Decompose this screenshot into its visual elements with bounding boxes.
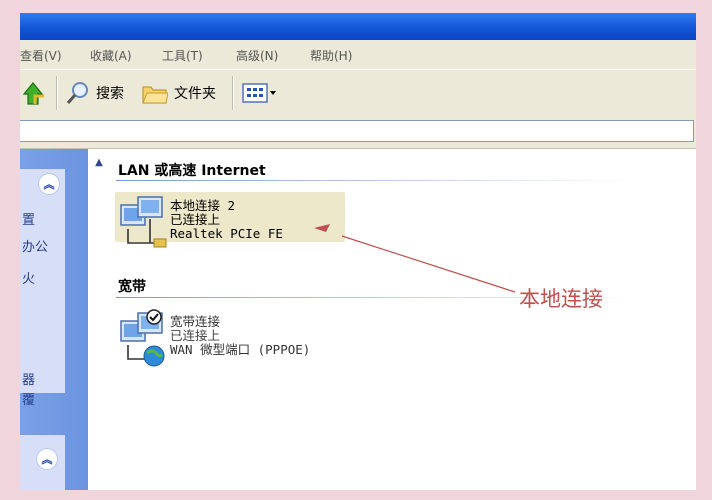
connection-name: 宽带连接 bbox=[170, 314, 221, 329]
toolbar: 搜索 文件夹 bbox=[20, 69, 696, 117]
scroll-up-icon[interactable]: ▲ bbox=[90, 157, 108, 171]
group-header-lan: LAN 或高速 Internet bbox=[118, 163, 266, 179]
broadband-globe-icon bbox=[120, 309, 165, 367]
title-bar bbox=[20, 13, 696, 40]
collapse-chevron-icon[interactable]: ︽ bbox=[36, 448, 58, 470]
connection-name: 本地连接 2 bbox=[170, 198, 236, 213]
broadband-connection-tile[interactable]: 宽带连接 已连接上 WAN 微型端口 (PPPOE) bbox=[118, 309, 310, 373]
task-pane: ︽ 置 办公 火 器 覆 ︽ bbox=[20, 149, 88, 490]
connection-status: 已连接上 bbox=[170, 328, 221, 343]
menu-advanced[interactable]: 高级(N) bbox=[236, 47, 278, 64]
menu-tools[interactable]: 工具(T) bbox=[162, 47, 203, 64]
address-input[interactable] bbox=[20, 120, 694, 142]
network-connection-icon bbox=[120, 196, 167, 248]
connections-list: ▲ LAN 或高速 Internet 本地连接 2 已连接上 Realtek P… bbox=[88, 149, 696, 490]
sidebar-fragment[interactable]: 办公 bbox=[22, 236, 48, 255]
search-icon bbox=[66, 82, 88, 104]
connection-device: Realtek PCIe FE bbox=[170, 226, 283, 241]
connection-device: WAN 微型端口 (PPPOE) bbox=[170, 342, 311, 357]
collapse-chevron-icon[interactable]: ︽ bbox=[38, 173, 60, 195]
menu-help[interactable]: 帮助(H) bbox=[310, 47, 352, 64]
address-bar bbox=[20, 116, 696, 149]
search-label: 搜索 bbox=[96, 86, 124, 102]
view-icon bbox=[242, 83, 276, 103]
sidebar-fragment[interactable]: 火 bbox=[22, 268, 35, 287]
connection-status: 已连接上 bbox=[170, 212, 221, 227]
up-folder-button[interactable] bbox=[22, 80, 48, 106]
sidebar-fragment[interactable]: 器 bbox=[22, 369, 35, 388]
menu-view[interactable]: 查看(V) bbox=[20, 47, 62, 64]
group-header-broadband: 宽带 bbox=[118, 279, 146, 295]
explorer-window: 查看(V) 收藏(A) 工具(T) 高级(N) 帮助(H) 搜索 文件夹 ︽ 置… bbox=[20, 13, 696, 490]
back-arrow-icon bbox=[22, 82, 44, 105]
sidebar-fragment[interactable]: 置 bbox=[22, 209, 35, 228]
annotation-label: 本地连接 bbox=[519, 287, 603, 311]
sidebar-fragment[interactable]: 覆 bbox=[22, 389, 35, 408]
views-button[interactable] bbox=[242, 80, 278, 106]
group-divider bbox=[116, 180, 636, 181]
folders-button[interactable]: 文件夹 bbox=[142, 80, 216, 106]
menu-bar: 查看(V) 收藏(A) 工具(T) 高级(N) 帮助(H) bbox=[20, 40, 696, 68]
folders-label: 文件夹 bbox=[174, 86, 216, 102]
search-button[interactable]: 搜索 bbox=[66, 80, 124, 106]
menu-favorites[interactable]: 收藏(A) bbox=[90, 47, 132, 64]
local-connection-tile[interactable]: 本地连接 2 已连接上 Realtek PCIe FE bbox=[118, 195, 283, 257]
folder-icon bbox=[142, 86, 168, 104]
